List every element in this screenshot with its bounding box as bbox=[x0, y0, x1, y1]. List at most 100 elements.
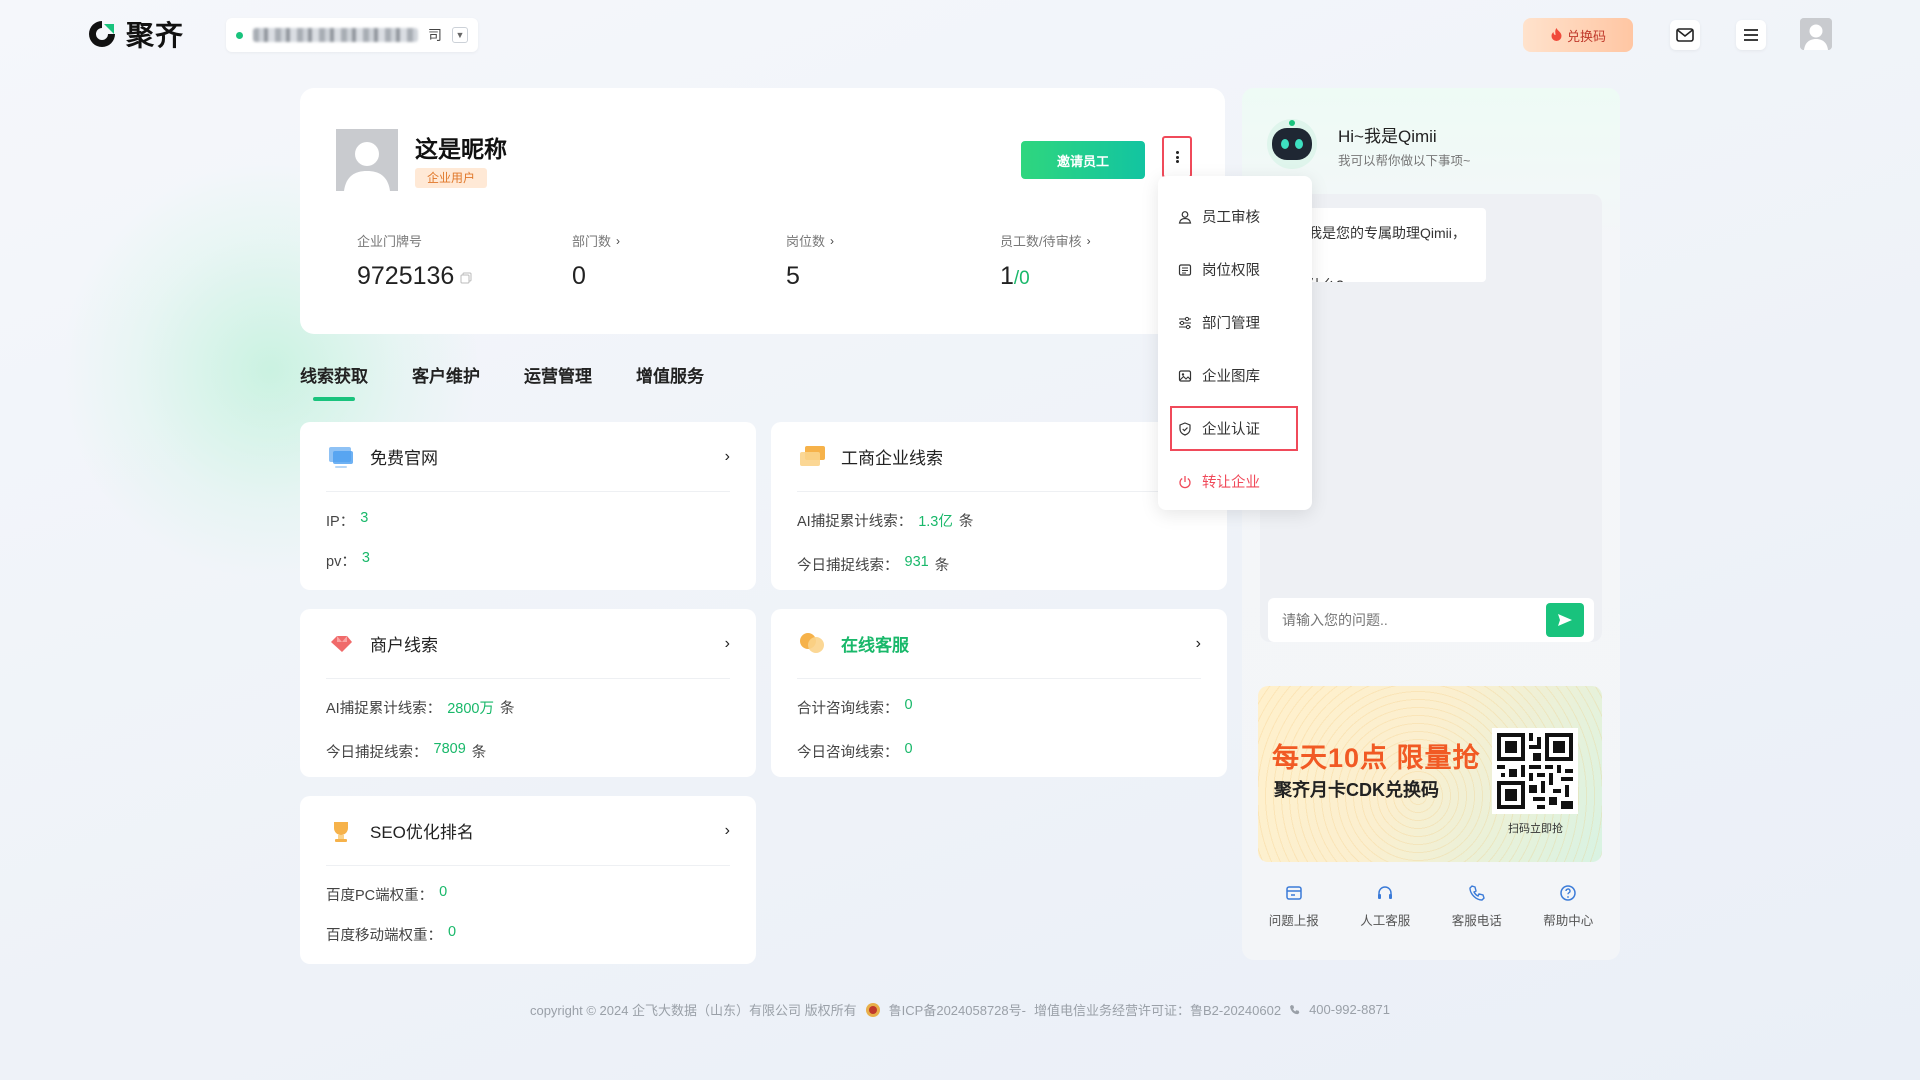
menu-item-label: 岗位权限 bbox=[1202, 263, 1260, 279]
metric-label: 百度PC端权重： bbox=[326, 888, 434, 904]
card-title: 免费官网 bbox=[370, 449, 438, 468]
metric-row: AI捕捉累计线索： 2800万条 bbox=[326, 697, 756, 718]
nav-service-phone[interactable]: 客服电话 bbox=[1437, 884, 1517, 929]
metric-row: AI捕捉累计线索： 1.3亿条 bbox=[797, 510, 1227, 531]
user-avatar[interactable] bbox=[1800, 18, 1832, 50]
metric-label: 今日捕捉线索： bbox=[326, 745, 428, 761]
nav-label: 人工客服 bbox=[1360, 914, 1411, 928]
report-icon bbox=[1286, 886, 1302, 900]
power-icon bbox=[1178, 475, 1192, 489]
phone-icon bbox=[1469, 885, 1485, 901]
image-icon bbox=[1178, 369, 1192, 383]
metric-row: 今日捕捉线索： 931 条 bbox=[797, 554, 1227, 575]
card-title: 工商企业线索 bbox=[841, 449, 943, 468]
top-header: 聚齐 司 ▼ 兑换码 bbox=[0, 0, 1920, 70]
cards-icon bbox=[800, 445, 825, 466]
menu-item-department-management[interactable]: 部门管理 bbox=[1158, 296, 1312, 349]
metric-value: 0 bbox=[448, 924, 457, 940]
police-badge-icon bbox=[865, 1002, 880, 1017]
card-title: SEO优化排名 bbox=[370, 823, 474, 842]
nav-report-issue[interactable]: 问题上报 bbox=[1254, 884, 1334, 929]
organization-switcher[interactable]: 司 ▼ bbox=[226, 18, 478, 52]
icp-link[interactable]: 鲁ICP备2024058728号- bbox=[889, 1000, 1026, 1019]
menu-item-company-verification[interactable]: 企业认证 bbox=[1166, 402, 1302, 455]
stat-value: 0 bbox=[572, 262, 586, 290]
stat-departments[interactable]: 部门数 › 0 bbox=[572, 231, 620, 291]
more-vertical-icon bbox=[1175, 150, 1179, 165]
menu-item-company-gallery[interactable]: 企业图库 bbox=[1158, 349, 1312, 402]
tab-lead-acquisition[interactable]: 线索获取 bbox=[300, 362, 368, 401]
menu-item-label: 企业认证 bbox=[1202, 422, 1260, 438]
stat-employees[interactable]: 员工数/待审核 › 1/0 bbox=[1000, 231, 1091, 291]
nav-label: 帮助中心 bbox=[1543, 914, 1594, 928]
qr-caption: 扫码立即抢 bbox=[1508, 823, 1563, 835]
assistant-subtitle: 我可以帮你做以下事项~ bbox=[1338, 154, 1471, 168]
promo-banner[interactable]: 每天10点 限量抢 聚齐月卡CDK兑换码 扫码立即抢 bbox=[1258, 686, 1602, 862]
metric-unit: 条 bbox=[958, 514, 974, 530]
nickname: 这是昵称 bbox=[415, 136, 507, 162]
mail-icon[interactable] bbox=[1670, 20, 1700, 50]
card-merchant-leads[interactable]: 商户线索 › AI捕捉累计线索： 2800万条 今日捕捉线索： 7809 条 bbox=[300, 609, 756, 777]
chevron-right-icon: › bbox=[724, 447, 730, 465]
menu-item-employee-review[interactable]: 员工审核 bbox=[1158, 190, 1312, 243]
org-name-suffix: 司 bbox=[428, 27, 442, 43]
metric-row: 合计咨询线索： 0 bbox=[797, 697, 1227, 718]
metric-value: 2800万 bbox=[447, 701, 494, 717]
card-online-service[interactable]: 在线客服 › 合计咨询线索： 0 今日咨询线索： 0 bbox=[771, 609, 1227, 777]
tab-operations[interactable]: 运营管理 bbox=[524, 362, 592, 401]
card-seo-ranking[interactable]: SEO优化排名 › 百度PC端权重： 0 百度移动端权重： 0 bbox=[300, 796, 756, 964]
brand-logo[interactable]: 聚齐 bbox=[86, 14, 184, 54]
chat-input-box bbox=[1268, 598, 1594, 642]
phone-icon bbox=[1290, 1004, 1300, 1014]
assistant-greeting: Hi~我是Qimii bbox=[1338, 127, 1437, 146]
copy-icon[interactable] bbox=[460, 272, 472, 284]
nav-help-center[interactable]: 帮助中心 bbox=[1528, 884, 1608, 929]
user-icon bbox=[1178, 210, 1192, 224]
tab-value-added[interactable]: 增值服务 bbox=[636, 362, 704, 401]
metric-row: pv： 3 bbox=[326, 550, 756, 571]
menu-item-label: 转让企业 bbox=[1202, 475, 1260, 491]
stat-pending-value: /0 bbox=[1013, 268, 1030, 289]
metric-row: IP： 3 bbox=[326, 510, 756, 531]
copyright-text: copyright © 2024 企飞大数据（山东）有限公司 版权所有 bbox=[529, 1003, 857, 1018]
card-free-website[interactable]: 免费官网 › IP： 3 pv： 3 bbox=[300, 422, 756, 590]
logo-icon bbox=[89, 21, 115, 47]
metric-value: 0 bbox=[439, 884, 448, 900]
robot-avatar-icon bbox=[1267, 119, 1317, 169]
chat-input[interactable] bbox=[1282, 612, 1546, 628]
metric-unit: 条 bbox=[471, 745, 487, 761]
metric-label: AI捕捉累计线索： bbox=[797, 514, 913, 530]
stat-label: 企业门牌号 bbox=[357, 234, 423, 249]
menu-item-label: 部门管理 bbox=[1202, 316, 1260, 332]
more-options-button[interactable] bbox=[1162, 136, 1192, 178]
tab-customer-maintenance[interactable]: 客户维护 bbox=[412, 362, 480, 401]
stat-value: 5 bbox=[786, 262, 800, 290]
metric-row: 今日捕捉线索： 7809 条 bbox=[326, 741, 756, 762]
invite-employee-button[interactable]: 邀请员工 bbox=[1021, 141, 1145, 179]
stat-value: 1 bbox=[1000, 262, 1014, 290]
stat-label: 部门数 bbox=[572, 234, 612, 249]
card-title: 商户线索 bbox=[370, 636, 438, 655]
menu-icon[interactable] bbox=[1736, 20, 1766, 50]
nav-human-service[interactable]: 人工客服 bbox=[1345, 884, 1425, 929]
stat-value: 9725136 bbox=[357, 262, 455, 290]
menu-item-position-permissions[interactable]: 岗位权限 bbox=[1158, 243, 1312, 296]
chevron-right-icon: › bbox=[616, 233, 621, 248]
nav-label: 客服电话 bbox=[1451, 914, 1502, 928]
gem-icon bbox=[331, 635, 352, 652]
send-button[interactable] bbox=[1546, 603, 1584, 637]
stat-label: 员工数/待审核 bbox=[1000, 234, 1082, 249]
metric-label: pv： bbox=[326, 554, 356, 570]
menu-item-transfer-company[interactable]: 转让企业 bbox=[1158, 455, 1312, 508]
metric-label: AI捕捉累计线索： bbox=[326, 701, 442, 717]
chevron-down-icon[interactable]: ▼ bbox=[452, 27, 468, 43]
stat-positions[interactable]: 岗位数 › 5 bbox=[786, 231, 834, 291]
metric-value: 0 bbox=[904, 741, 913, 757]
profile-avatar[interactable] bbox=[336, 129, 398, 191]
id-card-icon bbox=[1178, 263, 1192, 277]
chevron-right-icon: › bbox=[1086, 233, 1091, 248]
headset-icon bbox=[1378, 886, 1393, 899]
redeem-label: 兑换码 bbox=[1566, 28, 1606, 44]
redeem-code-button[interactable]: 兑换码 bbox=[1523, 18, 1633, 52]
assistant-bottom-nav: 问题上报 人工客服 客服电话 帮助中心 bbox=[1242, 884, 1620, 929]
